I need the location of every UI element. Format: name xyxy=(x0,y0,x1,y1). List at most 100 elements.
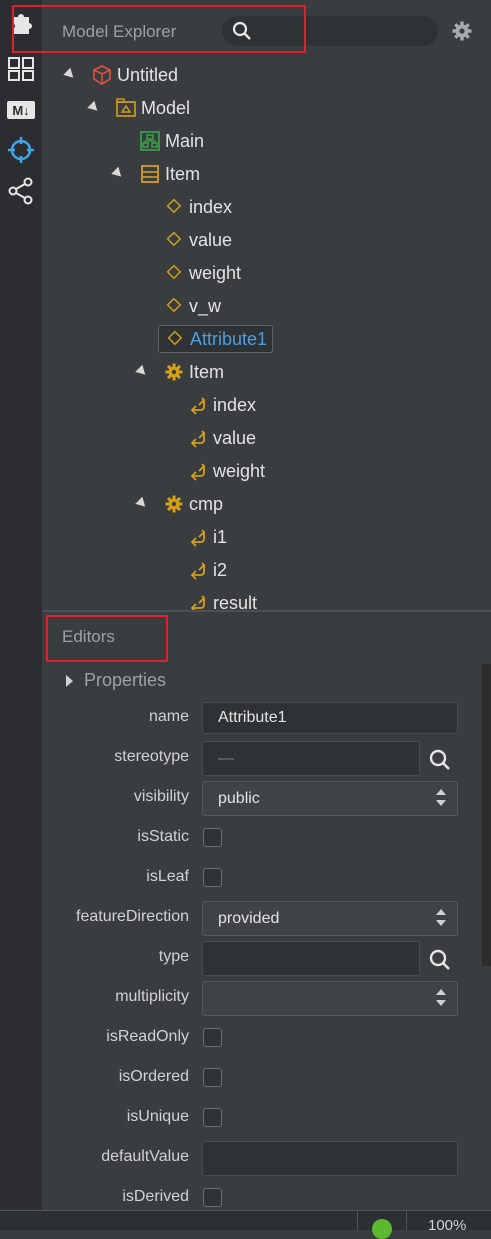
tree-item[interactable]: value xyxy=(188,424,256,452)
tree-item-label: Item xyxy=(189,361,225,382)
multiplicity-select[interactable] xyxy=(202,981,458,1016)
tree-item[interactable]: Item xyxy=(111,160,200,188)
tree-item[interactable]: Attribute1 xyxy=(158,325,274,353)
isordered-label: isOrdered xyxy=(118,1068,189,1085)
parameter-icon xyxy=(188,428,208,448)
tree-item-content: Item xyxy=(140,164,200,185)
tree-item-content: Item xyxy=(164,362,224,383)
type-field[interactable] xyxy=(202,941,420,976)
parameter-icon xyxy=(188,527,208,547)
tree-item-label: Untitled xyxy=(117,64,179,85)
tree-item[interactable]: weight xyxy=(188,457,265,485)
project-icon xyxy=(92,65,112,85)
select-arrows-icon xyxy=(435,789,447,807)
isleaf-label: isLeaf xyxy=(146,868,189,885)
model-explorer-panel: Model Explorer Untitled Model Main Item inde… xyxy=(42,0,491,610)
editors-scrollbar[interactable] xyxy=(482,664,491,966)
tree-item-label: value xyxy=(189,229,233,250)
markdown-icon[interactable]: M↓ xyxy=(5,94,37,126)
tree-item-content: weight xyxy=(188,461,265,482)
layout-icon[interactable] xyxy=(5,53,37,85)
collapse-arrow-icon xyxy=(66,674,73,687)
tree-item[interactable]: value xyxy=(164,226,232,254)
isreadonly-checkbox[interactable] xyxy=(203,1028,222,1047)
tree-item-label: Model xyxy=(141,97,191,118)
defaultvalue-field[interactable] xyxy=(202,1141,458,1176)
isordered-checkbox[interactable] xyxy=(203,1068,222,1087)
properties-label: Properties xyxy=(84,670,167,690)
search-icon xyxy=(232,21,251,40)
stereotype-field[interactable]: — xyxy=(202,741,420,776)
tree-item-label: Main xyxy=(165,130,205,151)
tree-item-content: i1 xyxy=(188,527,227,548)
extensions-icon[interactable] xyxy=(5,8,37,40)
tree-item-label: weight xyxy=(213,460,266,481)
explorer-header: Model Explorer xyxy=(42,0,491,62)
markdown-badge: M↓ xyxy=(7,101,35,119)
explorer-search[interactable] xyxy=(222,16,438,46)
gear-icon[interactable] xyxy=(452,21,472,41)
selected-tree-item: Attribute1 xyxy=(158,325,274,353)
tree-item-content: weight xyxy=(164,263,241,284)
tree-item[interactable]: i2 xyxy=(188,556,227,584)
search-input[interactable] xyxy=(262,20,426,44)
tree-item-label: weight xyxy=(189,262,242,283)
expand-arrow-icon[interactable] xyxy=(135,364,149,379)
diagram-icon xyxy=(140,131,160,151)
tree-item[interactable]: index xyxy=(188,391,256,419)
operation-icon xyxy=(164,494,184,514)
select-arrows-icon xyxy=(435,909,447,927)
attribute-icon xyxy=(164,296,184,316)
tree-item-label: Attribute1 xyxy=(190,328,268,349)
tree-item[interactable]: index xyxy=(164,193,232,221)
expand-arrow-icon[interactable] xyxy=(87,100,101,115)
tree-item[interactable]: result xyxy=(188,589,257,610)
tree-item-content: v_w xyxy=(164,296,221,317)
tree-item[interactable]: i1 xyxy=(188,523,227,551)
visibility-select[interactable]: public xyxy=(202,781,458,816)
multiplicity-label: multiplicity xyxy=(115,988,189,1005)
attribute-icon xyxy=(164,197,184,217)
tree-item-label: index xyxy=(189,196,233,217)
model-package-icon xyxy=(116,98,136,118)
attribute-icon xyxy=(164,230,184,250)
tree-item-content: cmp xyxy=(164,494,223,515)
tree-item[interactable]: Untitled xyxy=(63,61,178,89)
name-field[interactable]: Attribute1 xyxy=(202,702,458,734)
tree-item-content: Untitled xyxy=(92,65,178,86)
tree-item-label: cmp xyxy=(189,493,224,514)
tree-item[interactable]: Main xyxy=(140,127,204,155)
tree-item-label: i2 xyxy=(213,559,228,580)
expand-arrow-icon[interactable] xyxy=(63,67,77,82)
tree-item-label: v_w xyxy=(189,295,222,316)
tree-item[interactable]: Model xyxy=(87,94,191,122)
expand-arrow-icon[interactable] xyxy=(135,496,149,511)
attribute-icon xyxy=(164,263,184,283)
tree-item-content: i2 xyxy=(188,560,227,581)
stereotype-search-icon[interactable] xyxy=(428,748,452,772)
isleaf-checkbox[interactable] xyxy=(203,868,222,887)
tree-item[interactable]: weight xyxy=(164,259,241,287)
tree-item[interactable]: Item xyxy=(135,358,224,386)
isderived-checkbox[interactable] xyxy=(203,1188,222,1207)
zoom-level[interactable]: 100% xyxy=(428,1217,466,1234)
status-separator xyxy=(357,1211,358,1230)
tree-item[interactable]: cmp xyxy=(135,490,223,518)
tree-item-label: result xyxy=(213,592,258,611)
tree-item-content: value xyxy=(164,230,232,251)
crosshair-icon[interactable] xyxy=(5,134,37,166)
name-label: name xyxy=(148,708,189,725)
stereotype-label: stereotype xyxy=(114,748,189,765)
parameter-icon xyxy=(188,560,208,580)
isunique-checkbox[interactable] xyxy=(203,1108,222,1127)
expand-arrow-icon[interactable] xyxy=(111,166,125,181)
type-search-icon[interactable] xyxy=(428,948,452,972)
tree-item[interactable]: v_w xyxy=(164,292,221,320)
properties-header[interactable]: Properties xyxy=(66,670,166,691)
validation-ok-icon[interactable] xyxy=(372,1219,392,1239)
tree-item-label: Item xyxy=(165,163,201,184)
explorer-title: Model Explorer xyxy=(62,22,177,41)
share-icon[interactable] xyxy=(5,175,37,207)
isstatic-checkbox[interactable] xyxy=(203,828,222,847)
featuredirection-select[interactable]: provided xyxy=(202,901,458,936)
